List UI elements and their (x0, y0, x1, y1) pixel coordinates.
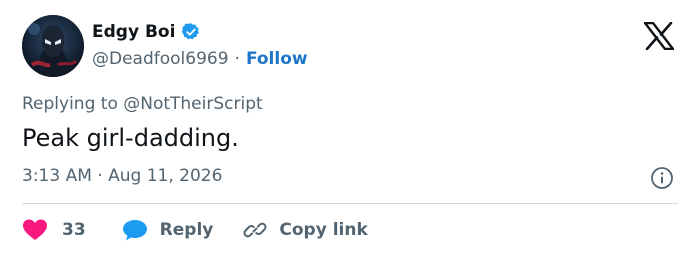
follow-button[interactable]: Follow (246, 49, 308, 69)
tweet-text: Peak girl-dadding. (22, 124, 239, 152)
author-handle[interactable]: @Deadfool6969 (92, 49, 229, 69)
verified-badge-icon (182, 23, 200, 40)
avatar[interactable] (22, 15, 84, 77)
author-name-row: Edgy Boi (92, 22, 201, 42)
handle-separator: · (234, 49, 240, 69)
divider (22, 203, 678, 204)
heart-icon (23, 219, 47, 240)
like-button[interactable]: 33 (22, 218, 86, 242)
like-count: 33 (62, 220, 86, 240)
reply-button[interactable]: Reply (122, 218, 214, 242)
author-handle-row: @Deadfool6969 · Follow (92, 49, 308, 69)
copy-link-button[interactable]: Copy link (243, 218, 368, 242)
reply-bubble-icon (122, 220, 147, 241)
x-logo-icon[interactable] (644, 22, 674, 50)
timestamp-separator: · (91, 166, 109, 186)
tweet-time: 3:13 AM (22, 166, 92, 186)
action-bar: 33 Reply Copy link (22, 216, 368, 244)
reply-label: Reply (159, 220, 214, 240)
author-name[interactable]: Edgy Boi (92, 22, 175, 42)
tweet-date: Aug 11, 2026 (108, 166, 223, 186)
tweet-timestamp[interactable]: 3:13 AM · Aug 11, 2026 (22, 166, 222, 186)
copy-link-label: Copy link (279, 220, 368, 240)
link-icon (243, 222, 267, 238)
replying-to-label: Replying to @NotTheirScript (22, 94, 263, 114)
info-icon[interactable] (650, 166, 674, 190)
